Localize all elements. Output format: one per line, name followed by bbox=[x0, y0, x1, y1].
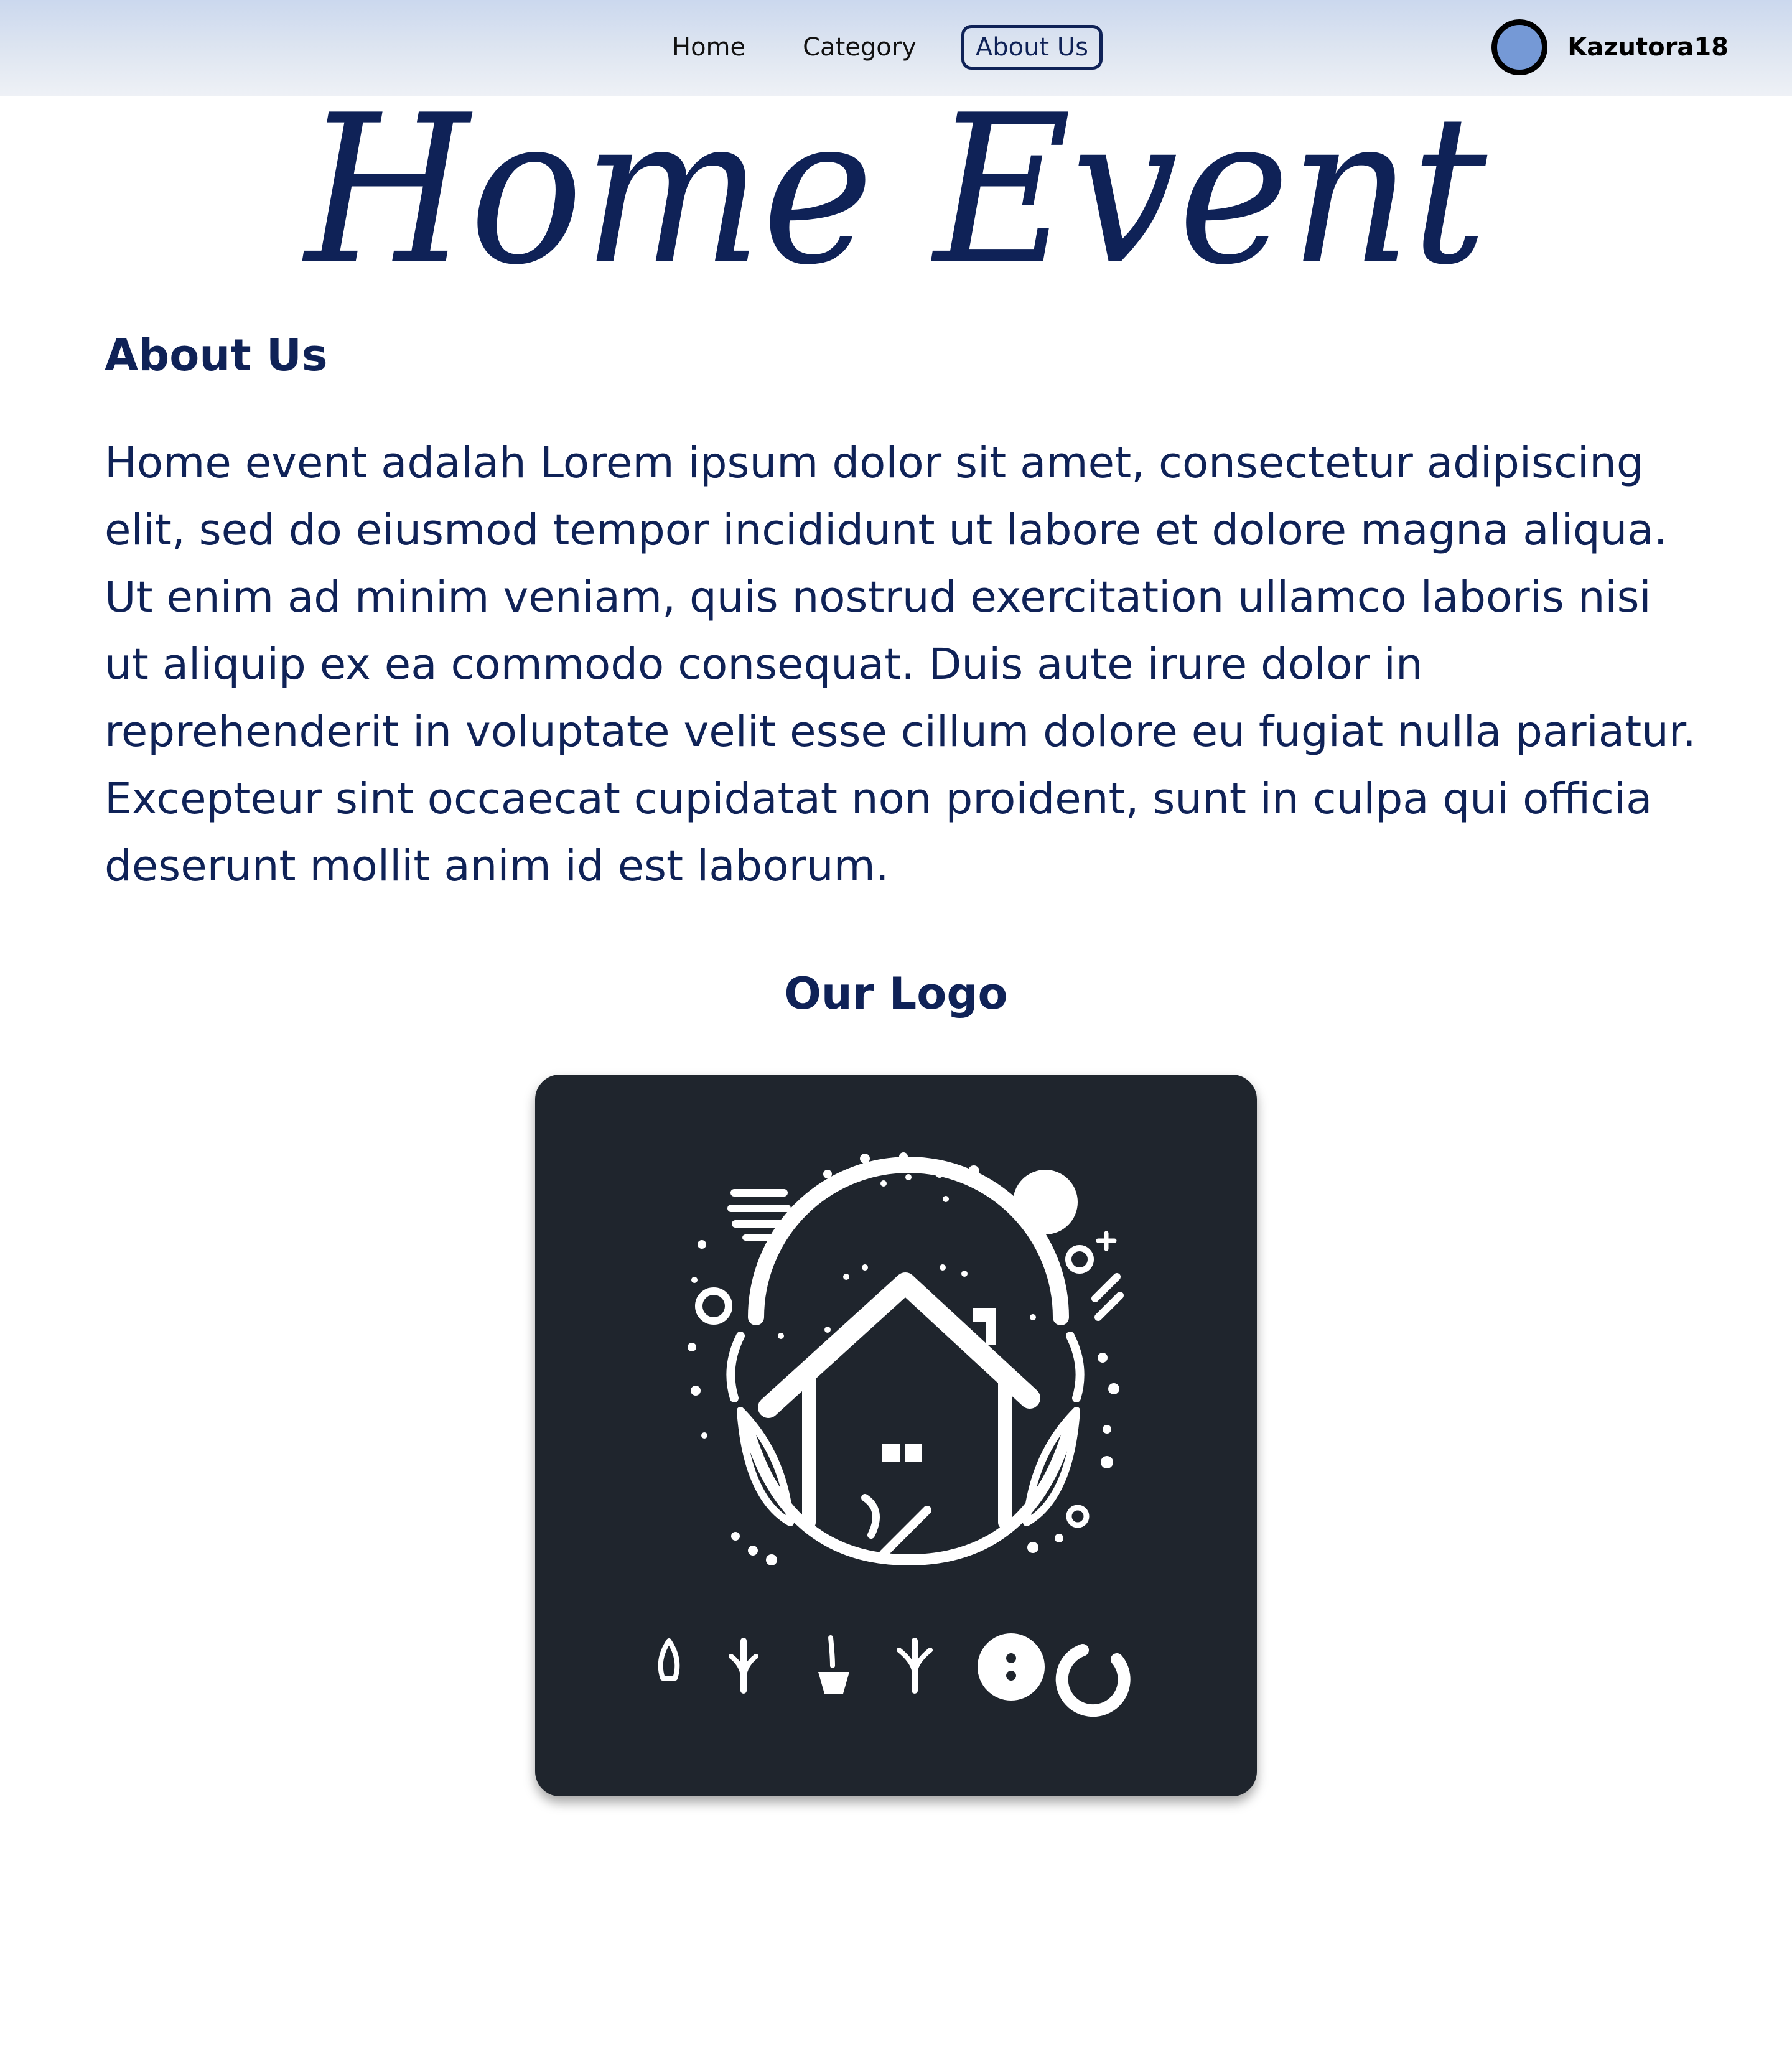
logo-heading: Our Logo bbox=[784, 968, 1008, 1019]
nav-links: Home Category About Us bbox=[660, 25, 1103, 70]
user-profile[interactable]: Kazutora18 bbox=[1491, 19, 1729, 76]
logo-image bbox=[535, 1075, 1257, 1796]
nav-link-category[interactable]: Category bbox=[790, 25, 929, 70]
username[interactable]: Kazutora18 bbox=[1567, 33, 1729, 62]
about-heading: About Us bbox=[105, 330, 328, 381]
avatar[interactable] bbox=[1491, 19, 1548, 75]
about-paragraph: Home event adalah Lorem ipsum dolor sit … bbox=[105, 438, 1696, 891]
nav-link-home[interactable]: Home bbox=[660, 25, 758, 70]
house-emblem-icon bbox=[658, 1152, 1131, 1717]
brand-title-text: Home Event bbox=[302, 81, 1488, 299]
nav-link-about-us[interactable]: About Us bbox=[961, 25, 1103, 70]
brand-title: Home Event bbox=[302, 81, 1488, 299]
